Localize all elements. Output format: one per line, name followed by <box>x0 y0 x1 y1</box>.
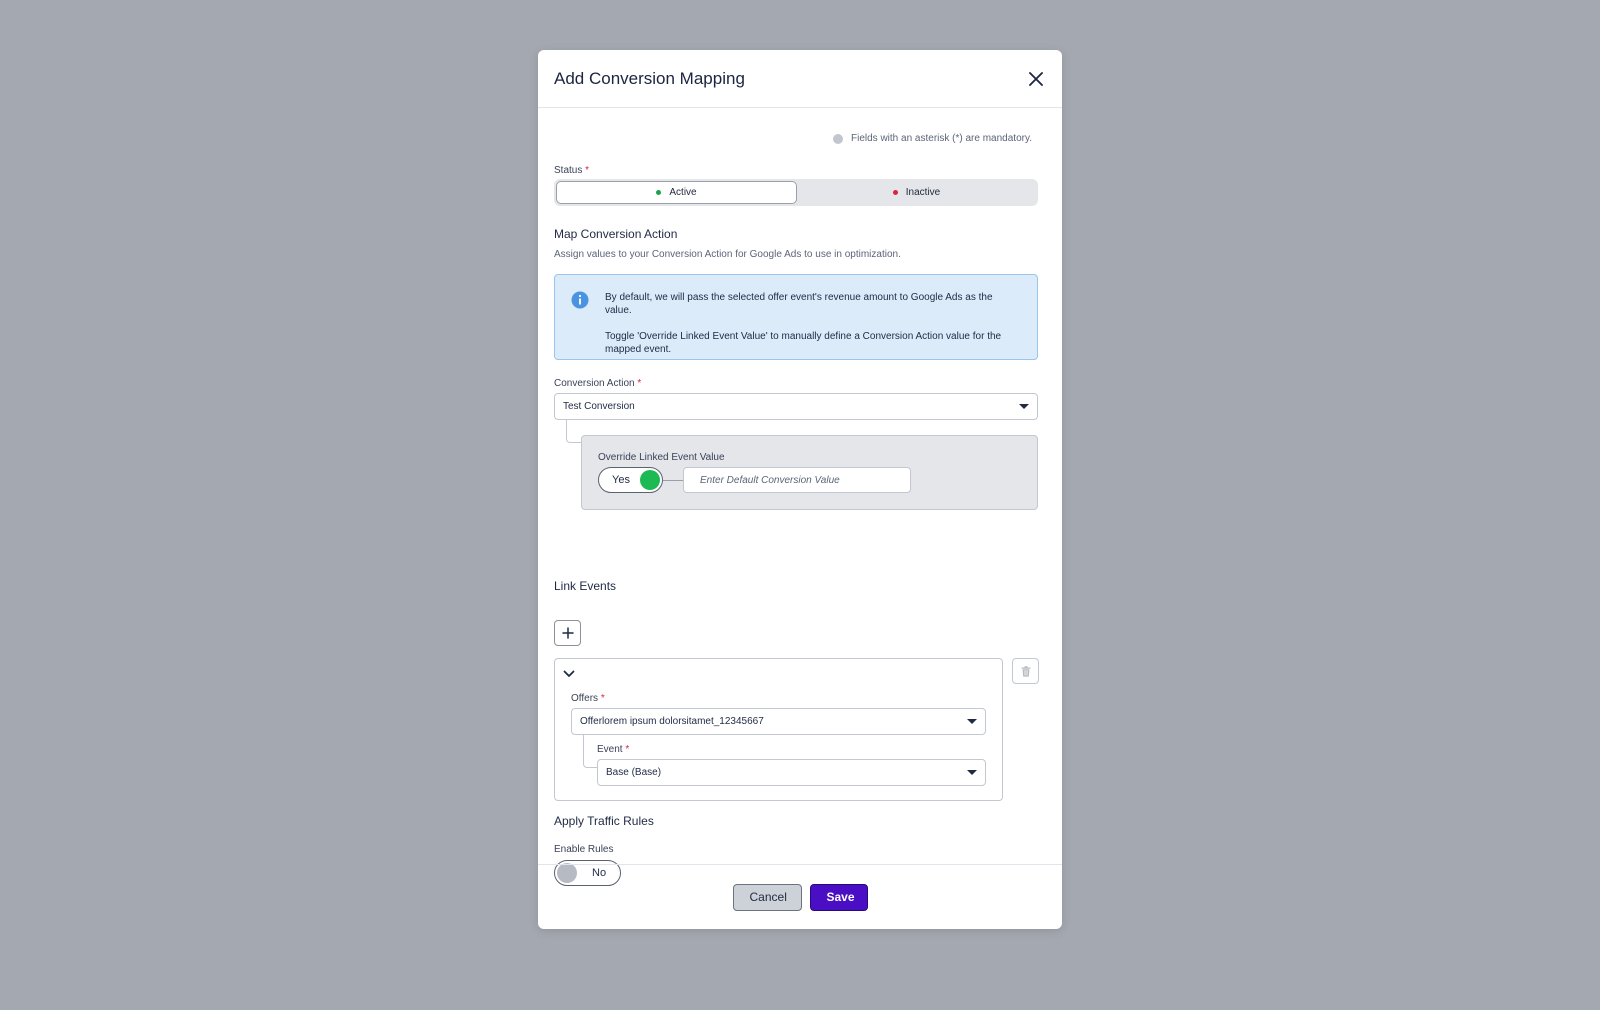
offers-label: Offers * <box>571 693 605 704</box>
chevron-down-icon <box>1019 404 1029 409</box>
status-option-inactive[interactable]: Inactive <box>797 181 1036 204</box>
event-value: Base (Base) <box>606 767 662 778</box>
info-text-2: Toggle 'Override Linked Event Value' to … <box>605 331 1002 355</box>
cancel-button[interactable]: Cancel <box>732 883 802 911</box>
status-option-active[interactable]: Active <box>556 181 797 204</box>
save-button[interactable]: Save <box>809 883 868 911</box>
info-icon <box>571 291 589 309</box>
override-panel: Override Linked Event Value Yes <box>581 435 1038 510</box>
collapse-toggle[interactable] <box>563 667 575 679</box>
chevron-down-icon <box>563 670 575 677</box>
override-toggle-label: Yes <box>612 474 630 486</box>
override-toggle[interactable]: Yes <box>598 467 663 493</box>
info-dot-icon <box>833 133 843 144</box>
modal-body: Fields with an asterisk (*) are mandator… <box>538 108 1062 886</box>
conversion-action-select[interactable]: Test Conversion <box>554 393 1038 420</box>
map-section-subtitle: Assign values to your Conversion Action … <box>554 249 901 260</box>
add-event-button[interactable] <box>554 620 581 646</box>
mandatory-note: Fields with an asterisk (*) are mandator… <box>833 133 1032 144</box>
modal-footer: Cancel Save <box>538 864 1062 929</box>
link-events-title: Link Events <box>554 579 617 593</box>
active-dot-icon <box>656 190 662 195</box>
event-select[interactable]: Base (Base) <box>597 759 986 786</box>
offers-select[interactable]: Offerlorem ipsum dolorsitamet_12345667 <box>571 708 986 735</box>
modal-header: Add Conversion Mapping <box>538 50 1062 108</box>
traffic-rules-title: Apply Traffic Rules <box>554 814 654 828</box>
mandatory-note-text: Fields with an asterisk (*) are mandator… <box>851 133 1032 144</box>
conversion-action-value: Test Conversion <box>563 401 635 412</box>
plus-icon <box>561 627 574 639</box>
chevron-down-icon <box>967 719 977 724</box>
chevron-down-icon <box>967 770 977 775</box>
connector-line <box>583 735 597 768</box>
offers-value: Offerlorem ipsum dolorsitamet_12345667 <box>580 716 764 727</box>
conversion-action-label: Conversion Action * <box>554 378 642 389</box>
event-card: Offers * Offerlorem ipsum dolorsitamet_1… <box>554 658 1003 801</box>
info-box: By default, we will pass the selected of… <box>554 274 1038 360</box>
override-label: Override Linked Event Value <box>598 452 725 463</box>
toggle-knob <box>640 470 660 490</box>
trash-icon <box>1021 665 1030 677</box>
delete-event-button[interactable] <box>1012 658 1039 684</box>
toggle-connector <box>663 480 683 481</box>
add-conversion-mapping-modal: Add Conversion Mapping Fields with an as… <box>538 50 1062 929</box>
map-section-title: Map Conversion Action <box>554 227 678 241</box>
inactive-dot-icon <box>892 190 898 195</box>
close-icon <box>1029 71 1043 86</box>
connector-line <box>566 420 581 443</box>
event-label: Event * <box>597 744 630 755</box>
enable-rules-label: Enable Rules <box>554 844 614 855</box>
info-text-1: By default, we will pass the selected of… <box>605 292 993 316</box>
close-button[interactable] <box>1026 69 1046 89</box>
status-label: Status * <box>554 165 590 176</box>
status-segmented-control: Active Inactive <box>554 179 1038 206</box>
default-conversion-value-input[interactable] <box>683 467 911 493</box>
modal-title: Add Conversion Mapping <box>554 68 745 88</box>
